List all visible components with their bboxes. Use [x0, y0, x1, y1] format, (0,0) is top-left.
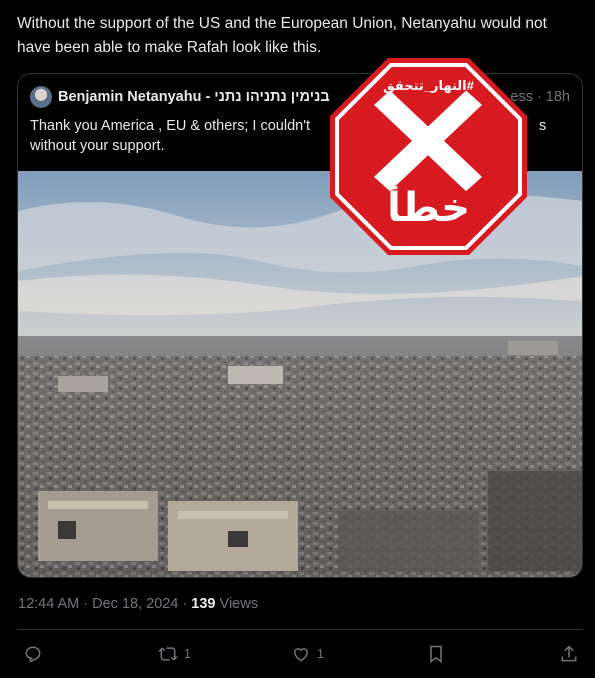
share-button[interactable] — [559, 644, 579, 664]
post-meta: 12:44 AM · Dec 18, 2024 · 139 Views — [18, 596, 258, 612]
repost-button[interactable]: 1 — [158, 644, 191, 664]
fact-check-stamp: #النهار_تتحقق خطأ — [330, 58, 527, 255]
quoted-time[interactable]: 18h — [546, 89, 570, 105]
quoted-text-part: Thank you America , EU & others; I could… — [30, 118, 315, 134]
post-timestamp[interactable]: 12:44 AM · Dec 18, 2024 · — [18, 596, 191, 612]
like-button[interactable]: 1 — [291, 644, 324, 664]
quoted-author-name-hebrew[interactable]: בנימין נתניהו נתני — [214, 89, 329, 105]
quoted-text-line2: without your support. — [30, 138, 165, 154]
repost-icon — [158, 647, 178, 661]
reply-icon — [25, 646, 41, 663]
bookmark-icon — [430, 645, 442, 663]
views-label: Views — [215, 596, 258, 612]
post-text: Without the support of the US and the Eu… — [17, 15, 547, 56]
share-icon — [561, 645, 577, 662]
action-bar: 1 1 — [0, 630, 595, 678]
repost-count: 1 — [184, 647, 191, 661]
views-count: 139 — [191, 596, 216, 612]
like-count: 1 — [317, 647, 324, 661]
stamp-verdict: خطأ — [387, 186, 470, 230]
quoted-text-tail: s — [539, 118, 547, 134]
bookmark-button[interactable] — [426, 644, 446, 664]
separator-dot: · — [536, 89, 542, 105]
quoted-author-name[interactable]: Benjamin Netanyahu - — [58, 89, 210, 105]
stamp-hashtag: #النهار_تتحقق — [383, 78, 474, 93]
like-icon — [293, 648, 309, 662]
avatar[interactable] — [30, 86, 52, 108]
reply-button[interactable] — [23, 644, 43, 664]
